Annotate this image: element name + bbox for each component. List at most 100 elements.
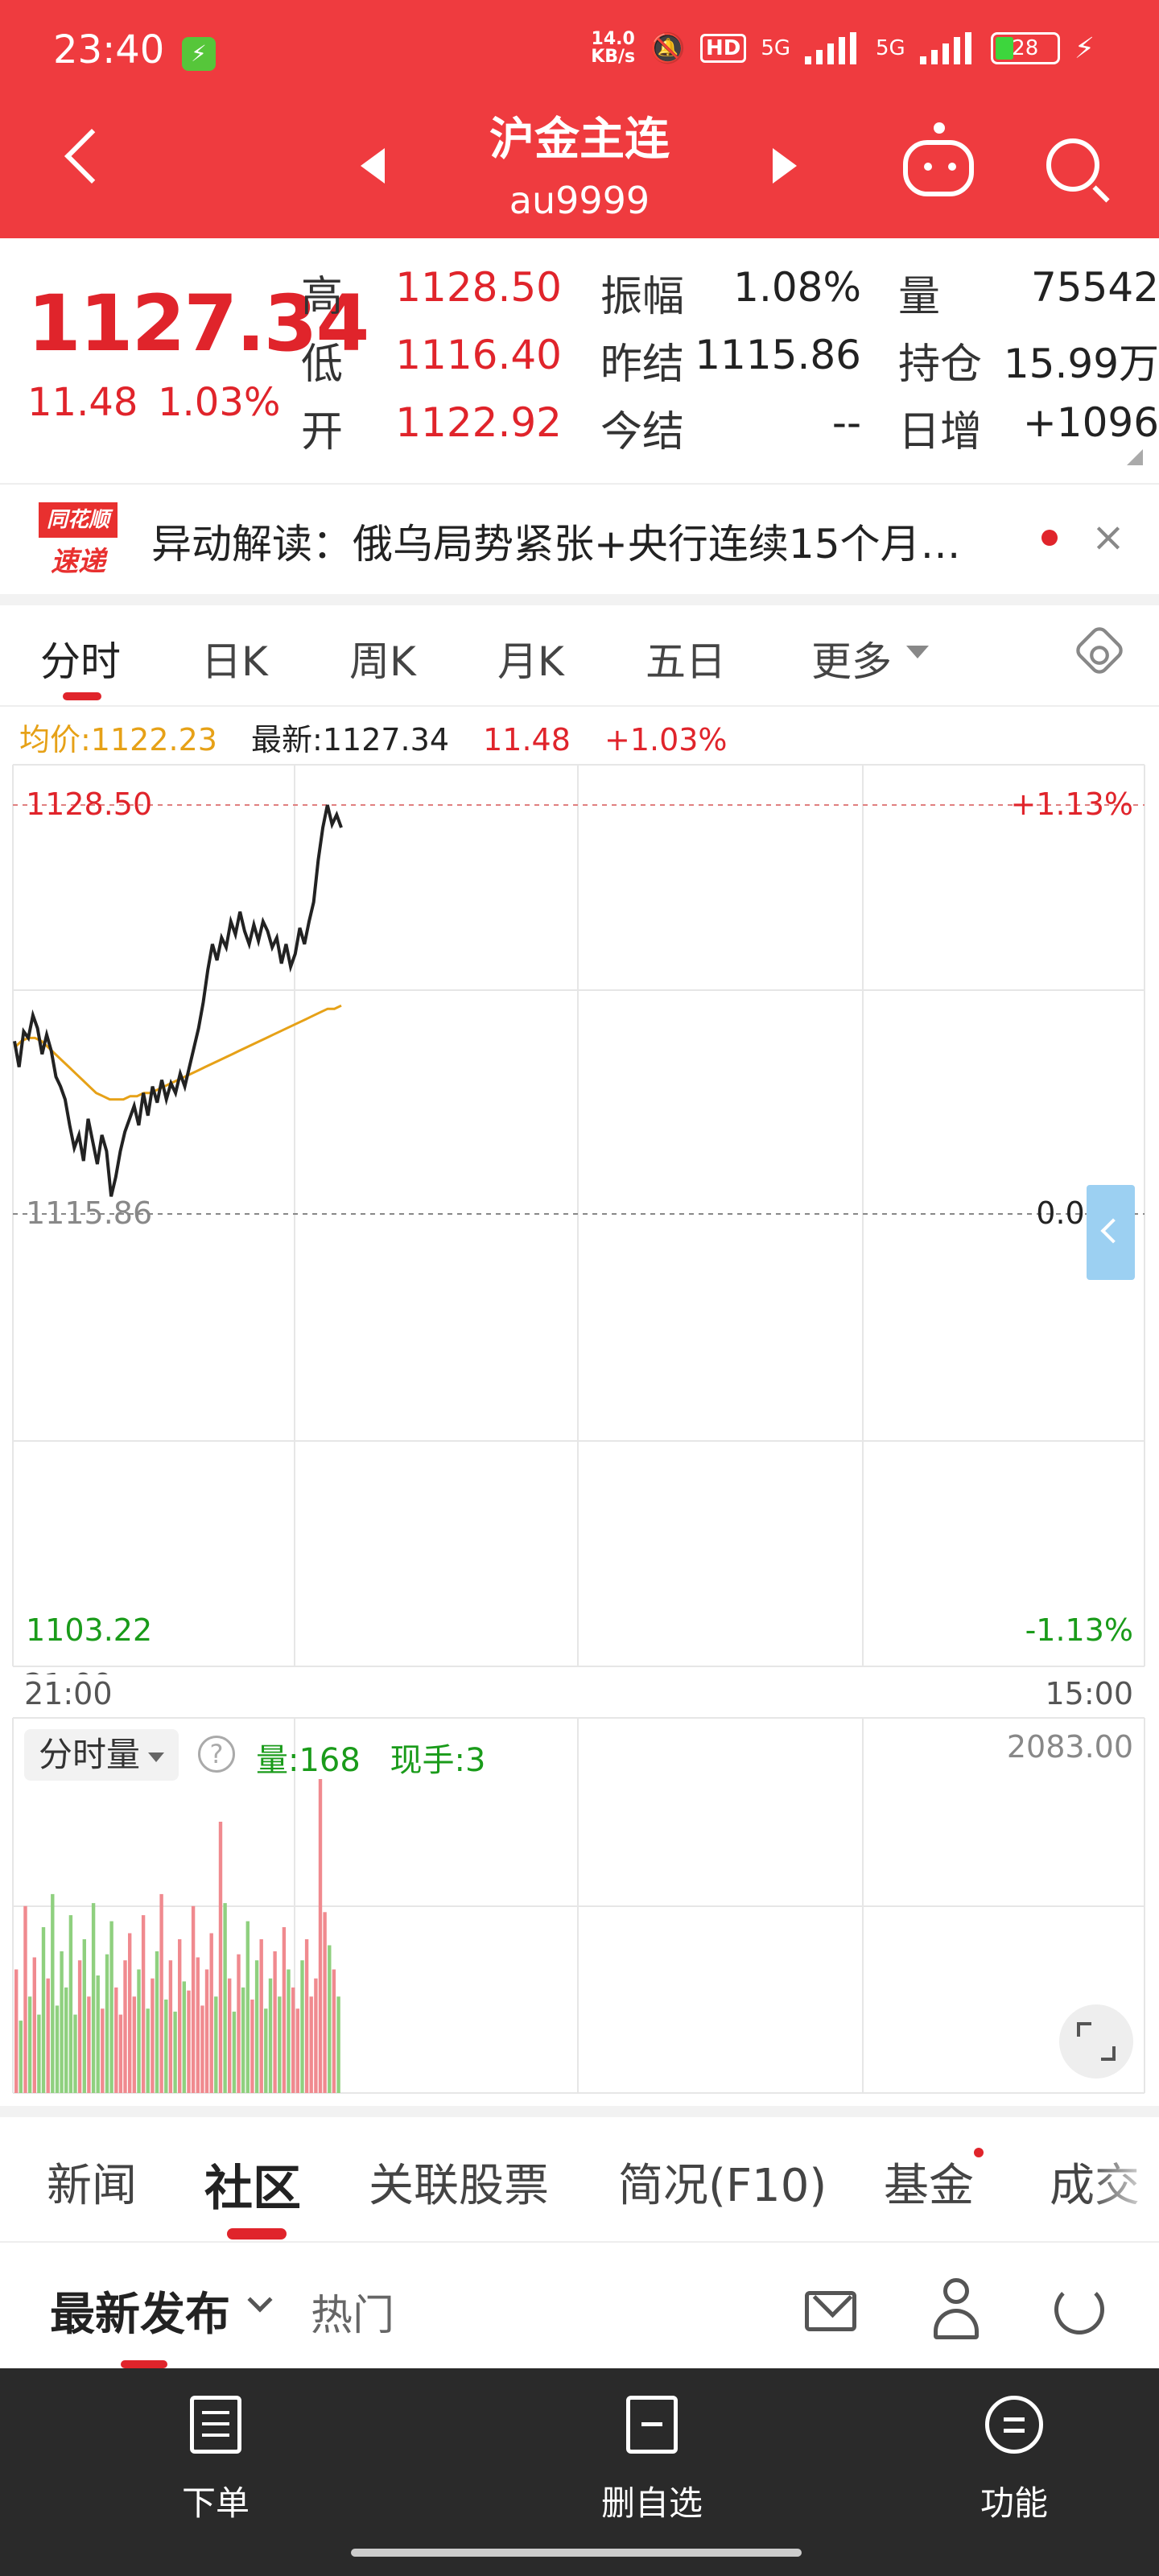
bottom-nav: 下单 删自选 功能	[0, 2368, 1159, 2576]
volume-bar	[273, 1951, 277, 2093]
volume-bar	[336, 1996, 340, 2093]
volume-bar	[209, 1933, 213, 2093]
price-chart[interactable]: 1128.50 +1.13% 1115.86 0.00% 1103.22 -1.…	[0, 757, 1159, 1674]
mail-icon[interactable]	[805, 2291, 856, 2331]
next-contract-icon[interactable]	[773, 148, 797, 184]
volume-bar	[291, 1987, 295, 2093]
help-icon[interactable]: ?	[198, 1736, 235, 1773]
volume-bar	[19, 2021, 23, 2093]
news-banner[interactable]: 同花顺 速递 异动解读：俄乌局势紧张+央行连续15个月… ×	[0, 483, 1159, 592]
label-settle: 今结	[600, 408, 685, 456]
close-icon[interactable]: ×	[1091, 514, 1125, 560]
charging-icon: ⚡	[182, 37, 216, 71]
volume-bar	[196, 1957, 200, 2093]
news-headline[interactable]: 异动解读：俄乌局势紧张+央行连续15个月…	[151, 512, 961, 570]
expand-corner-icon[interactable]	[1127, 449, 1143, 465]
volume-bars	[14, 1779, 340, 2093]
volume-bar	[300, 1960, 304, 2093]
volume-bar	[168, 1960, 173, 2093]
volume-bar	[304, 1939, 309, 2093]
volume-bar	[264, 2008, 268, 2093]
divider	[0, 594, 1159, 605]
user-icon[interactable]	[930, 2278, 982, 2339]
tab-monthly-k[interactable]: 月K	[497, 630, 564, 687]
volume-bar	[287, 1969, 291, 2093]
label-high: 高	[301, 273, 344, 321]
order-icon	[190, 2396, 241, 2454]
label-open: 开	[301, 408, 344, 456]
tab-more[interactable]: 更多	[811, 630, 892, 687]
chevron-down-icon[interactable]	[247, 2287, 273, 2313]
status-icons: 14.0 KB/s 🔕 HD 5G 5G 28 ⚡	[591, 31, 1095, 66]
value-open: 1122.92	[395, 399, 562, 446]
sort-latest[interactable]: 最新发布	[50, 2278, 230, 2343]
price-grid	[12, 764, 1145, 1667]
volume-bar	[159, 1893, 163, 2093]
scroll-fade	[1087, 2117, 1159, 2241]
volume-bar	[309, 1996, 313, 2093]
net-type-2: 5G	[876, 36, 905, 60]
volume-bar	[151, 1978, 155, 2093]
logo-bottom-text: 速递	[51, 546, 105, 578]
volume-bar	[250, 1999, 254, 2093]
home-indicator[interactable]	[351, 2549, 802, 2557]
side-panel-handle[interactable]	[1087, 1185, 1135, 1280]
label-amplitude: 振幅	[600, 273, 685, 321]
sort-hot[interactable]: 热门	[311, 2281, 394, 2342]
volume-bar	[204, 1969, 209, 2093]
value-prev-settle: 1115.86	[695, 332, 861, 378]
volume-now: 现手:3	[390, 1742, 486, 1779]
fullscreen-icon[interactable]	[1059, 2004, 1133, 2079]
volume-bar	[46, 1978, 50, 2093]
label-volume: 量	[898, 273, 941, 321]
volume-bar	[23, 1905, 27, 2093]
tab-active-indicator	[63, 692, 101, 700]
nav-delete-label: 删自选	[600, 2483, 703, 2523]
volume-bar	[146, 2008, 150, 2093]
avg-price-text: 均价:1122.23	[19, 722, 217, 758]
robot-assistant-icon[interactable]	[903, 122, 974, 196]
unread-dot	[1041, 530, 1058, 546]
volume-qty: 量:168	[256, 1742, 361, 1779]
logo-top-text: 同花顺	[39, 502, 118, 538]
time-end-label: 15:00	[1045, 1676, 1133, 1711]
volume-bar	[200, 2005, 204, 2093]
price-change-pct: 1.03%	[158, 380, 281, 425]
volume-bar	[187, 1990, 191, 2093]
price-line	[13, 804, 343, 1197]
volume-bar	[123, 1960, 127, 2093]
label-open-interest: 持仓	[898, 341, 983, 389]
charging-bolt-icon: ⚡	[1074, 31, 1095, 65]
search-icon[interactable]	[1046, 138, 1099, 192]
label-low: 低	[301, 341, 344, 389]
settings-icon[interactable]	[1072, 623, 1127, 678]
community-subtabs: 最新发布 热门	[0, 2243, 1159, 2368]
bottom-pct-label: -1.13%	[1025, 1612, 1133, 1648]
tab-daily-k[interactable]: 日K	[201, 630, 268, 687]
latest-price-text: 最新:1127.34	[251, 722, 449, 758]
volume-type-label: 分时量	[39, 1735, 141, 1774]
chart-info-line: 均价:1122.23 最新:1127.34 11.48 +1.03%	[19, 715, 752, 759]
tab-community[interactable]: 社区	[204, 2149, 301, 2219]
volume-bar	[278, 1996, 282, 2093]
volume-bar	[191, 1905, 196, 2093]
tab-related-stocks[interactable]: 关联股票	[369, 2149, 549, 2215]
volume-type-dropdown[interactable]: 分时量	[24, 1729, 179, 1781]
tab-fund[interactable]: 基金	[884, 2149, 974, 2215]
tab-five-day[interactable]: 五日	[645, 630, 726, 687]
remove-watchlist-icon	[626, 2396, 678, 2454]
volume-bar	[173, 2011, 177, 2093]
volume-bar	[68, 1915, 73, 2093]
volume-bar	[268, 1978, 273, 2093]
top-pct-label: +1.13%	[1010, 786, 1133, 822]
tab-intraday[interactable]: 分时	[40, 630, 121, 687]
net-speed: 14.0 KB/s	[591, 29, 636, 67]
volume-bar	[128, 1933, 132, 2093]
tab-f10[interactable]: 简况(F10)	[618, 2149, 827, 2215]
tab-weekly-k[interactable]: 周K	[349, 630, 416, 687]
tab-news[interactable]: 新闻	[47, 2149, 137, 2215]
volume-bar	[41, 1927, 46, 2093]
refresh-icon[interactable]	[1054, 2285, 1104, 2334]
menu-icon	[985, 2396, 1043, 2454]
hd-icon: HD	[699, 34, 747, 63]
